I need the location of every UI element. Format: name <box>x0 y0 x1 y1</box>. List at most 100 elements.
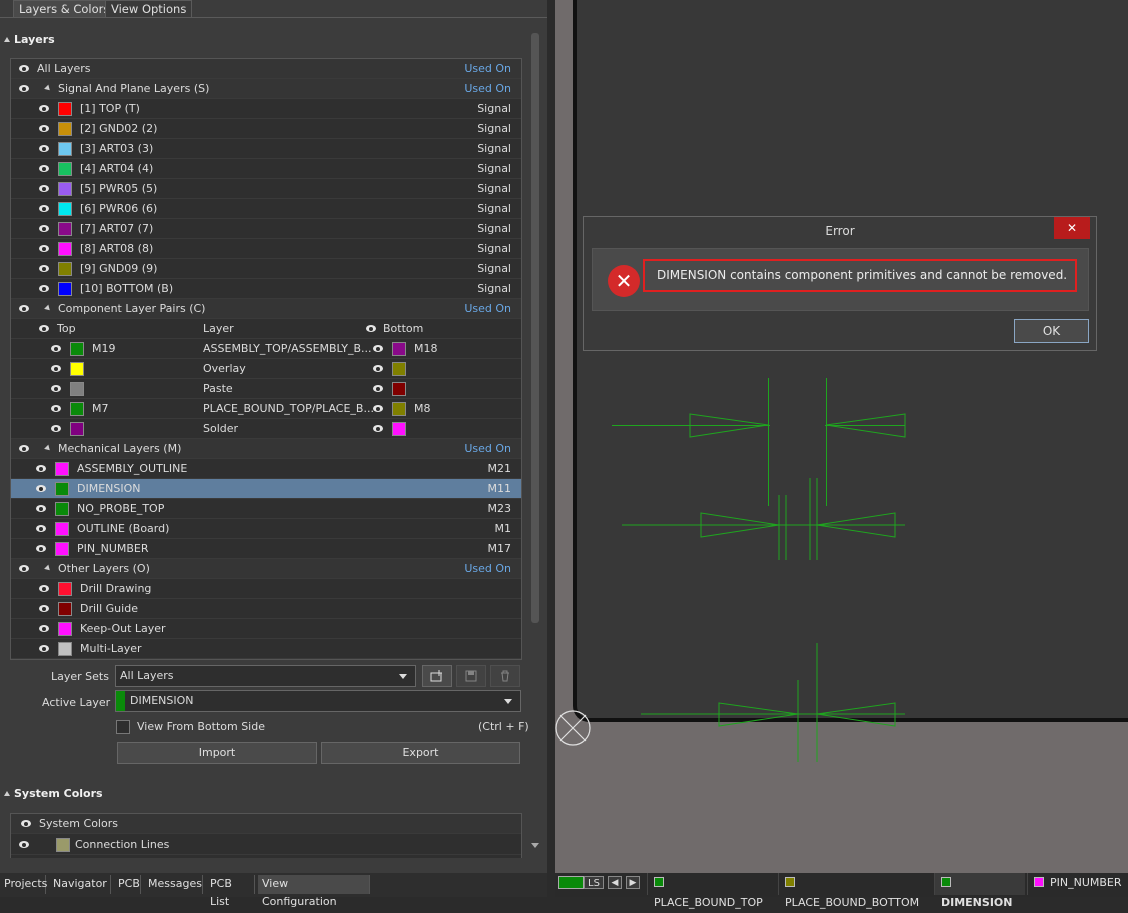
eye-icon[interactable] <box>39 625 49 632</box>
current-layer-color[interactable] <box>558 876 584 889</box>
collapse-icon[interactable] <box>44 564 52 573</box>
eye-icon[interactable] <box>36 545 46 552</box>
layer-row[interactable]: [1] TOP (T) Signal <box>11 99 521 119</box>
bottom-color-swatch[interactable] <box>392 402 406 416</box>
eye-icon[interactable] <box>39 645 49 652</box>
system-colors-section-header[interactable]: System Colors <box>4 787 103 800</box>
eye-icon[interactable] <box>19 65 29 72</box>
eye-icon[interactable] <box>39 165 49 172</box>
eye-icon[interactable] <box>373 345 383 352</box>
layer-row[interactable]: [4] ART04 (4) Signal <box>11 159 521 179</box>
eye-icon[interactable] <box>21 820 31 827</box>
layer-color-swatch[interactable] <box>55 542 69 556</box>
layers-scrollbar[interactable] <box>531 33 539 623</box>
mech-layer-row[interactable]: NO_PROBE_TOP M23 <box>11 499 521 519</box>
ok-button[interactable]: OK <box>1014 319 1089 343</box>
pcb-canvas[interactable] <box>555 0 1128 873</box>
eye-icon[interactable] <box>373 365 383 372</box>
layer-color-swatch[interactable] <box>58 222 72 236</box>
bottom-color-swatch[interactable] <box>392 382 406 396</box>
layer-color-swatch[interactable] <box>58 162 72 176</box>
layer-row[interactable]: [6] PWR06 (6) Signal <box>11 199 521 219</box>
layer-color-swatch[interactable] <box>58 582 72 596</box>
export-button[interactable]: Export <box>321 742 520 764</box>
system-colors-header-row[interactable]: System Colors <box>11 814 521 834</box>
eye-icon[interactable] <box>39 125 49 132</box>
mech-layer-row[interactable]: ASSEMBLY_OUTLINE M21 <box>11 459 521 479</box>
bottom-color-swatch[interactable] <box>392 422 406 436</box>
layer-color-swatch[interactable] <box>58 642 72 656</box>
layers-section-header[interactable]: Layers <box>4 33 55 46</box>
save-layer-set-button[interactable] <box>456 665 486 687</box>
eye-icon[interactable] <box>51 405 61 412</box>
tab-layers-colors[interactable]: Layers & Colors <box>13 0 116 17</box>
used-on-link[interactable]: Used On <box>464 559 511 579</box>
layer-row[interactable]: [3] ART03 (3) Signal <box>11 139 521 159</box>
pair-row[interactable]: Overlay <box>11 359 521 379</box>
eye-icon[interactable] <box>51 425 61 432</box>
eye-icon[interactable] <box>39 225 49 232</box>
mech-layer-row[interactable]: PIN_NUMBER M17 <box>11 539 521 559</box>
used-on-link[interactable]: Used On <box>464 59 511 79</box>
pairs-header-row[interactable]: Top Layer Bottom <box>11 319 521 339</box>
layer-color-swatch[interactable] <box>58 602 72 616</box>
view-bottom-checkbox[interactable] <box>116 720 130 734</box>
panel-tab[interactable]: PCB <box>114 875 141 894</box>
eye-icon[interactable] <box>366 325 376 332</box>
prev-layer-button[interactable]: ◀ <box>608 876 622 889</box>
eye-icon[interactable] <box>19 841 29 848</box>
eye-icon[interactable] <box>39 325 49 332</box>
panel-tab[interactable]: Messages <box>144 875 203 894</box>
ls-button[interactable]: LS <box>584 876 604 889</box>
panel-tab[interactable]: View Configuration <box>258 875 370 908</box>
eye-icon[interactable] <box>36 525 46 532</box>
eye-icon[interactable] <box>51 365 61 372</box>
layer-color-swatch[interactable] <box>58 262 72 276</box>
eye-icon[interactable] <box>19 565 29 572</box>
layer-sets-select[interactable]: All Layers <box>115 665 416 687</box>
pair-row[interactable]: Paste <box>11 379 521 399</box>
layer-row[interactable]: [9] GND09 (9) Signal <box>11 259 521 279</box>
eye-icon[interactable] <box>51 345 61 352</box>
import-button[interactable]: Import <box>117 742 317 764</box>
layer-color-swatch[interactable] <box>55 522 69 536</box>
layer-row[interactable]: [8] ART08 (8) Signal <box>11 239 521 259</box>
mech-group-row[interactable]: Mechanical Layers (M) Used On <box>11 439 521 459</box>
layer-tab[interactable]: PIN_NUMBER <box>1027 873 1124 895</box>
layer-tab[interactable]: PLACE_BOUND_TOP <box>647 873 775 909</box>
eye-icon[interactable] <box>373 405 383 412</box>
active-layer-select[interactable]: DIMENSION <box>115 690 521 712</box>
top-color-swatch[interactable] <box>70 402 84 416</box>
eye-icon[interactable] <box>36 505 46 512</box>
layer-color-swatch[interactable] <box>55 462 69 476</box>
delete-layer-set-button[interactable] <box>490 665 520 687</box>
top-color-swatch[interactable] <box>70 422 84 436</box>
layer-color-swatch[interactable] <box>58 622 72 636</box>
other-group-row[interactable]: Other Layers (O) Used On <box>11 559 521 579</box>
eye-icon[interactable] <box>39 185 49 192</box>
layer-row[interactable]: [7] ART07 (7) Signal <box>11 219 521 239</box>
eye-icon[interactable] <box>19 445 29 452</box>
all-layers-row[interactable]: All Layers Used On <box>11 59 521 79</box>
layer-color-swatch[interactable] <box>58 202 72 216</box>
eye-icon[interactable] <box>39 585 49 592</box>
panel-tab[interactable]: Projects <box>0 875 47 894</box>
eye-icon[interactable] <box>39 205 49 212</box>
eye-icon[interactable] <box>39 265 49 272</box>
collapse-icon[interactable] <box>44 304 52 313</box>
close-button[interactable]: ✕ <box>1054 217 1090 239</box>
eye-icon[interactable] <box>39 285 49 292</box>
layer-tab[interactable]: PLACE_BOUND_BOTTOM <box>778 873 932 909</box>
mech-layer-row[interactable]: OUTLINE (Board) M1 <box>11 519 521 539</box>
layer-color-swatch[interactable] <box>58 242 72 256</box>
bottom-color-swatch[interactable] <box>392 342 406 356</box>
connection-lines-row[interactable]: Connection Lines <box>11 835 521 855</box>
eye-icon[interactable] <box>373 385 383 392</box>
eye-icon[interactable] <box>36 485 46 492</box>
other-layer-row[interactable]: Multi-Layer <box>11 639 521 659</box>
layer-tab[interactable]: DIMENSION <box>934 873 1025 909</box>
eye-icon[interactable] <box>373 425 383 432</box>
layer-row[interactable]: [2] GND02 (2) Signal <box>11 119 521 139</box>
other-layer-row[interactable]: Drill Guide <box>11 599 521 619</box>
layer-color-swatch[interactable] <box>55 502 69 516</box>
